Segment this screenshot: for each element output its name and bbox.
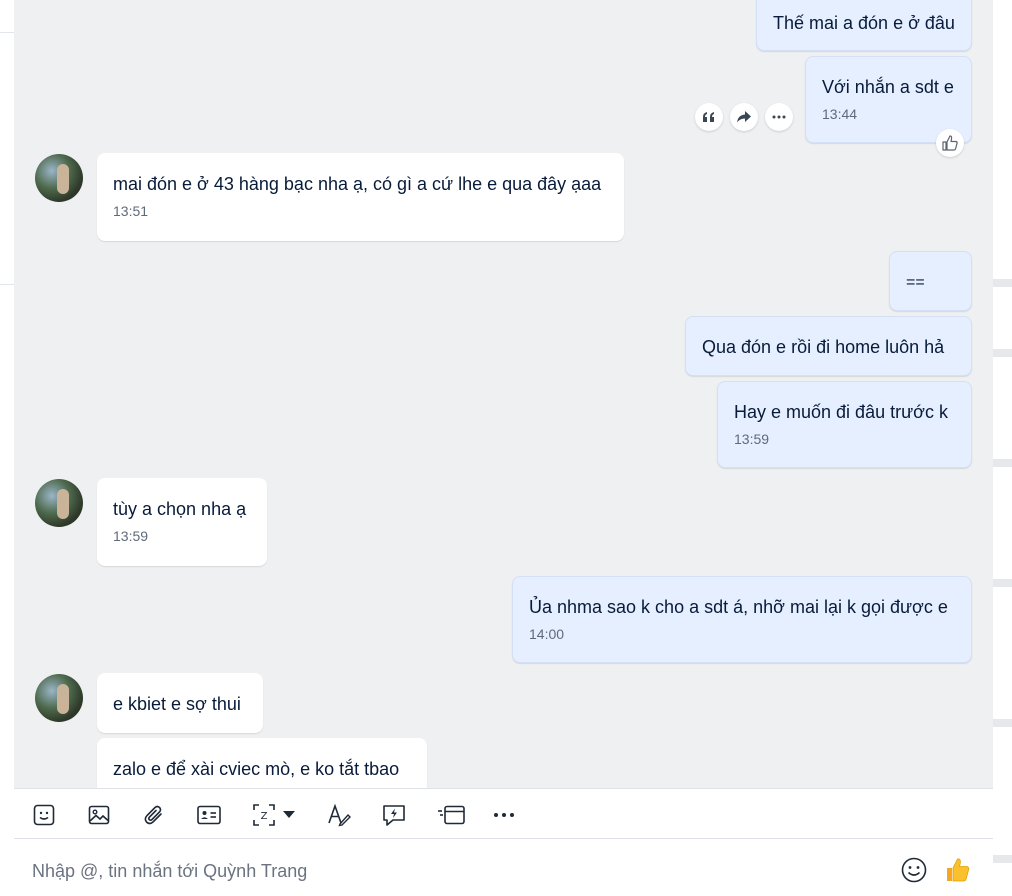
more-options-icon[interactable] [490, 801, 518, 829]
message-bubble-received[interactable]: zalo e để xài cviec mò, e ko tắt tbao [97, 738, 427, 788]
chat-message-area[interactable]: Thế mai a đón e ở đâu Với nhắn a sdt e 1… [14, 0, 993, 788]
thumbs-up-outline-icon[interactable] [936, 129, 964, 157]
message-text: zalo e để xài cviec mò, e ko tắt tbao [113, 759, 400, 779]
attachment-icon[interactable] [140, 801, 168, 829]
message-time: 13:59 [734, 431, 770, 447]
message-time: 13:51 [113, 203, 149, 219]
right-panel-edge [993, 0, 1012, 896]
screenshot-icon[interactable]: Z [250, 801, 278, 829]
message-text: tùy a chọn nha ạ [113, 499, 247, 519]
emoji-icon[interactable] [899, 855, 929, 885]
message-composer[interactable]: Nhập @, tin nhắn tới Quỳnh Trang [14, 839, 993, 896]
message-bubble-received[interactable]: tùy a chọn nha ạ 13:59 [97, 478, 267, 566]
contact-card-icon[interactable] [195, 801, 223, 829]
message-input[interactable]: Nhập @, tin nhắn tới Quỳnh Trang [32, 861, 307, 882]
message-time: 14:00 [529, 626, 565, 642]
message-text: mai đón e ở 43 hàng bạc nha ạ, có gì a c… [113, 174, 602, 194]
message-text: == [906, 274, 925, 291]
quick-message-icon[interactable] [380, 801, 408, 829]
svg-text:Z: Z [261, 811, 268, 822]
avatar[interactable] [35, 154, 83, 202]
message-text: Với nhắn a sdt e [822, 77, 954, 97]
text-format-icon[interactable] [325, 801, 353, 829]
forward-icon[interactable] [730, 103, 758, 131]
message-time: 13:59 [113, 528, 149, 544]
message-time: 13:44 [822, 106, 858, 122]
message-bubble-received[interactable]: e kbiet e sợ thui [97, 673, 263, 733]
image-icon[interactable] [85, 801, 113, 829]
message-bubble-sent[interactable]: == [889, 251, 972, 311]
message-text: e kbiet e sợ thui [113, 694, 241, 714]
more-icon[interactable] [765, 103, 793, 131]
message-text: Thế mai a đón e ở đâu [773, 13, 955, 33]
left-panel-edge [0, 0, 15, 896]
avatar[interactable] [35, 479, 83, 527]
avatar[interactable] [35, 674, 83, 722]
message-bubble-sent[interactable]: Hay e muốn đi đâu trước k 13:59 [717, 381, 972, 468]
sticker-icon[interactable] [30, 801, 58, 829]
message-bubble-sent[interactable]: Ủa nhma sao k cho a sdt á, nhỡ mai lại k… [512, 576, 972, 663]
message-text: Ủa nhma sao k cho a sdt á, nhỡ mai lại k… [529, 597, 948, 617]
thumbs-up-emoji-icon[interactable] [943, 855, 973, 885]
dropdown-caret-icon[interactable] [280, 801, 298, 829]
quote-icon[interactable] [695, 103, 723, 131]
message-bubble-received[interactable]: mai đón e ở 43 hàng bạc nha ạ, có gì a c… [97, 153, 624, 241]
message-text: Qua đón e rồi đi home luôn hả [702, 337, 945, 357]
composer-toolbar: Z [14, 788, 993, 839]
message-bubble-sent[interactable]: Qua đón e rồi đi home luôn hả [685, 316, 972, 376]
card-message-icon[interactable] [435, 801, 467, 829]
message-text: Hay e muốn đi đâu trước k [734, 402, 948, 422]
message-bubble-sent[interactable]: Thế mai a đón e ở đâu [756, 0, 972, 51]
